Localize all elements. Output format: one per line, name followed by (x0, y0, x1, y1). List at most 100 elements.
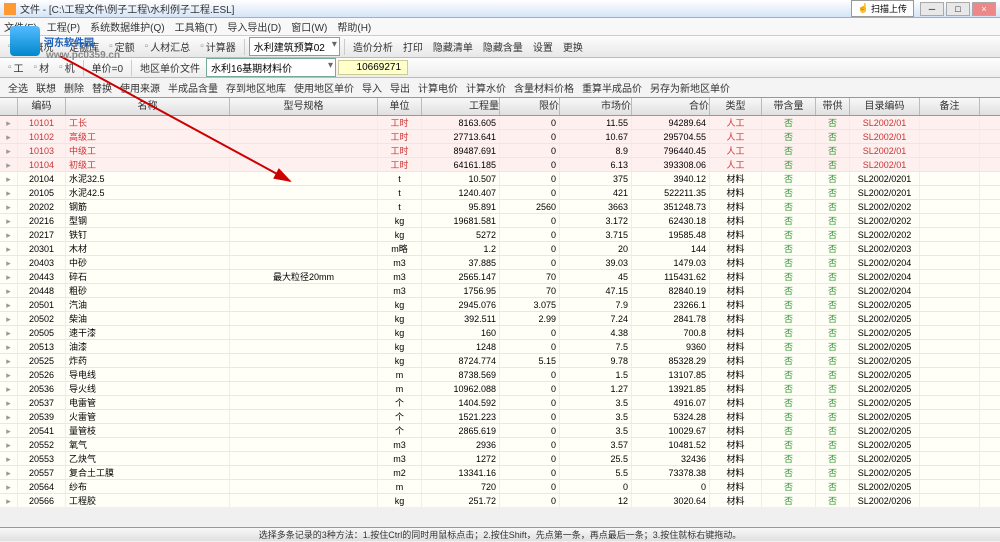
menu-import-export[interactable]: 导入导出(D) (227, 19, 281, 34)
cell-remark[interactable] (920, 144, 980, 157)
cell-sup[interactable]: 否 (816, 298, 850, 311)
cell-hq[interactable]: 否 (762, 368, 816, 381)
act-import[interactable]: 导入 (358, 78, 386, 97)
cell-cat[interactable]: SL2002/01 (850, 116, 920, 129)
cell-code[interactable]: 10104 (18, 158, 66, 171)
cell-unit[interactable]: kg (378, 312, 422, 325)
cell-qty[interactable]: 251.72 (422, 494, 500, 507)
cell-cat[interactable]: SL2002/0205 (850, 340, 920, 353)
cell-spec[interactable]: 最大粒径20mm (230, 270, 378, 283)
cell-qty[interactable]: 1272 (422, 452, 500, 465)
cell-unit[interactable]: 个 (378, 424, 422, 437)
act-save-as-region[interactable]: 另存为新地区单价 (646, 78, 734, 97)
cell-type[interactable]: 材料 (710, 298, 762, 311)
cell-market[interactable]: 20 (560, 242, 632, 255)
cell-remark[interactable] (920, 186, 980, 199)
cell-cat[interactable]: SL2002/01 (850, 158, 920, 171)
cell-remark[interactable] (920, 494, 980, 507)
cell-name[interactable]: 油漆 (66, 340, 230, 353)
cell-sup[interactable]: 否 (816, 438, 850, 451)
cell-sum[interactable]: 1479.03 (632, 256, 710, 269)
table-row[interactable]: ▸20301木材m略1.2020144材料否否SL2002/0203 (0, 242, 1000, 256)
cell-unit[interactable]: m (378, 480, 422, 493)
cell-sum[interactable]: 796440.45 (632, 144, 710, 157)
cell-sup[interactable]: 否 (816, 424, 850, 437)
cell-limit[interactable]: 0 (500, 326, 560, 339)
act-save-region[interactable]: 存到地区地库 (222, 78, 290, 97)
cell-unit[interactable]: kg (378, 326, 422, 339)
table-row[interactable]: ▸20552氧气m3293603.5710481.52材料否否SL2002/02… (0, 438, 1000, 452)
table-row[interactable]: ▸20541量管枝个2865.61903.510029.67材料否否SL2002… (0, 424, 1000, 438)
cell-type[interactable]: 人工 (710, 130, 762, 143)
cell-remark[interactable] (920, 410, 980, 423)
cell-remark[interactable] (920, 256, 980, 269)
menu-file[interactable]: 文件(F) (4, 19, 37, 34)
cell-cat[interactable]: SL2002/0205 (850, 326, 920, 339)
cell-hq[interactable]: 否 (762, 410, 816, 423)
cell-name[interactable]: 铁钉 (66, 228, 230, 241)
cell-qty[interactable]: 2936 (422, 438, 500, 451)
cell-limit[interactable]: 0 (500, 410, 560, 423)
cell-market[interactable]: 6.13 (560, 158, 632, 171)
cell-hq[interactable]: 否 (762, 340, 816, 353)
cell-sum[interactable]: 19585.48 (632, 228, 710, 241)
tb2-btn-unitzero[interactable]: 单价=0 (88, 58, 127, 77)
cell-unit[interactable]: m3 (378, 270, 422, 283)
cell-cat[interactable]: SL2002/0205 (850, 368, 920, 381)
act-associate[interactable]: 联想 (32, 78, 60, 97)
cell-name[interactable]: 碎石 (66, 270, 230, 283)
tb2-btn-2[interactable]: 材 (30, 58, 54, 77)
cell-code[interactable]: 20502 (18, 312, 66, 325)
cell-sum[interactable]: 82840.19 (632, 284, 710, 297)
btn-change[interactable]: 更换 (559, 37, 587, 56)
cell-unit[interactable]: kg (378, 494, 422, 507)
cell-cat[interactable]: SL2002/0203 (850, 242, 920, 255)
cell-name[interactable]: 钢筋 (66, 200, 230, 213)
cell-code[interactable]: 20526 (18, 368, 66, 381)
cell-hq[interactable]: 否 (762, 200, 816, 213)
cell-market[interactable]: 11.55 (560, 116, 632, 129)
cell-limit[interactable]: 2560 (500, 200, 560, 213)
cell-remark[interactable] (920, 326, 980, 339)
cell-cat[interactable]: SL2002/0202 (850, 228, 920, 241)
cell-market[interactable]: 7.5 (560, 340, 632, 353)
cell-code[interactable]: 10101 (18, 116, 66, 129)
cell-sum[interactable]: 23266.1 (632, 298, 710, 311)
cell-remark[interactable] (920, 284, 980, 297)
cell-sup[interactable]: 否 (816, 410, 850, 423)
cell-unit[interactable]: m2 (378, 466, 422, 479)
act-replace[interactable]: 替换 (88, 78, 116, 97)
cell-name[interactable]: 乙炔气 (66, 452, 230, 465)
cell-cat[interactable]: SL2002/0204 (850, 284, 920, 297)
cell-spec[interactable] (230, 494, 378, 507)
cell-cat[interactable]: SL2002/0205 (850, 396, 920, 409)
close-button[interactable]: × (972, 2, 996, 16)
table-row[interactable]: ▸20217铁钉kg527203.71519585.48材料否否SL2002/0… (0, 228, 1000, 242)
table-row[interactable]: ▸20557复合土工膜m213341.1605.573378.38材料否否SL2… (0, 466, 1000, 480)
cell-limit[interactable]: 0 (500, 368, 560, 381)
cell-market[interactable]: 7.24 (560, 312, 632, 325)
cell-qty[interactable]: 1248 (422, 340, 500, 353)
cell-spec[interactable] (230, 144, 378, 157)
cell-qty[interactable]: 2565.147 (422, 270, 500, 283)
cell-qty[interactable]: 2945.076 (422, 298, 500, 311)
cell-sum[interactable]: 522211.35 (632, 186, 710, 199)
cell-sum[interactable]: 2841.78 (632, 312, 710, 325)
cell-type[interactable]: 材料 (710, 424, 762, 437)
cell-type[interactable]: 人工 (710, 116, 762, 129)
cell-limit[interactable]: 0 (500, 438, 560, 451)
cell-remark[interactable] (920, 382, 980, 395)
cell-type[interactable]: 材料 (710, 256, 762, 269)
table-row[interactable]: ▸20403中砂m337.885039.031479.03材料否否SL2002/… (0, 256, 1000, 270)
cell-remark[interactable] (920, 354, 980, 367)
cell-limit[interactable]: 70 (500, 284, 560, 297)
cell-market[interactable]: 3.172 (560, 214, 632, 227)
cell-hq[interactable]: 否 (762, 466, 816, 479)
cell-spec[interactable] (230, 326, 378, 339)
cell-type[interactable]: 材料 (710, 312, 762, 325)
cell-unit[interactable]: 个 (378, 396, 422, 409)
hdr-name[interactable]: 名称 (66, 98, 230, 115)
cell-type[interactable]: 材料 (710, 466, 762, 479)
btn-hide-list[interactable]: 隐藏清单 (429, 37, 477, 56)
cell-hq[interactable]: 否 (762, 396, 816, 409)
